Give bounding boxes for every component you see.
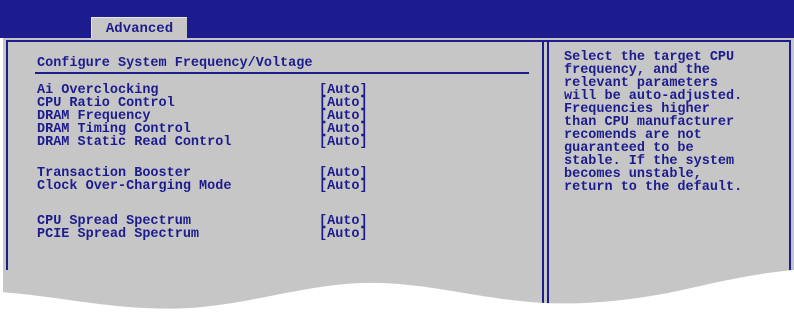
torn-edge-cutout [0, 270, 794, 322]
bios-screen: Advanced Configure System Frequency/Volt… [0, 0, 794, 322]
